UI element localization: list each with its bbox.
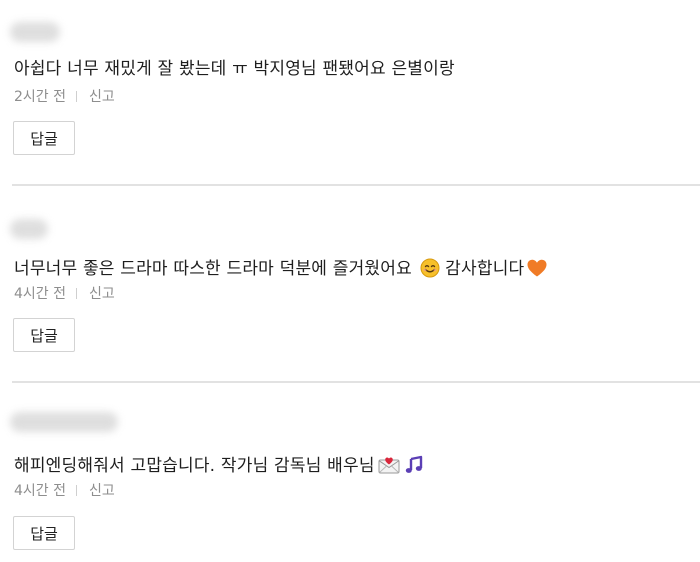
musical-notes-icon <box>403 455 424 475</box>
reply-button[interactable]: 답글 <box>13 121 75 155</box>
comment-text-tail: 감사합니다 <box>445 259 525 279</box>
report-link[interactable]: 신고 <box>89 89 115 105</box>
comment-meta: 2시간 전 신고 <box>14 86 115 106</box>
blurred-nickname <box>10 412 118 432</box>
love-letter-icon <box>378 457 400 474</box>
comment-time: 4시간 전 <box>14 286 66 302</box>
reply-button[interactable]: 답글 <box>13 516 75 550</box>
comment-meta: 4시간 전 신고 <box>14 283 115 303</box>
report-link[interactable]: 신고 <box>89 286 115 302</box>
comment-text-content: 해피엔딩해줘서 고맙습니다. 작가님 감독님 배우님 <box>14 456 375 476</box>
comment-divider <box>12 184 700 186</box>
orange-heart-icon <box>527 259 547 277</box>
comment-text: 너무너무 좋은 드라마 따스한 드라마 덕분에 즐거웠어요 감사합니다 <box>14 254 548 279</box>
comment-list: 아쉽다 너무 재밌게 잘 봤는데 ㅠ 박지영님 팬됐어요 은별이랑 2시간 전신… <box>0 0 700 562</box>
blurred-nickname <box>10 22 60 42</box>
meta-divider <box>76 485 77 496</box>
comment-divider <box>12 381 700 383</box>
comment-time: 2시간 전 <box>14 89 66 105</box>
smiling-face-icon <box>420 258 440 278</box>
meta-divider <box>76 288 77 299</box>
comment-text: 아쉽다 너무 재밌게 잘 봤는데 ㅠ 박지영님 팬됐어요 은별이랑 <box>14 54 455 79</box>
blurred-nickname <box>10 219 48 239</box>
comment-meta: 4시간 전 신고 <box>14 480 115 500</box>
comment-text-content: 너무너무 좋은 드라마 따스한 드라마 덕분에 즐거웠어요 <box>14 259 412 279</box>
comment-text: 해피엔딩해줘서 고맙습니다. 작가님 감독님 배우님 <box>14 451 425 476</box>
comment-time: 4시간 전 <box>14 483 66 499</box>
comment-text-content: 아쉽다 너무 재밌게 잘 봤는데 ㅠ 박지영님 팬됐어요 은별이랑 <box>14 59 455 79</box>
reply-button[interactable]: 답글 <box>13 318 75 352</box>
meta-divider <box>76 91 77 102</box>
report-link[interactable]: 신고 <box>89 483 115 499</box>
